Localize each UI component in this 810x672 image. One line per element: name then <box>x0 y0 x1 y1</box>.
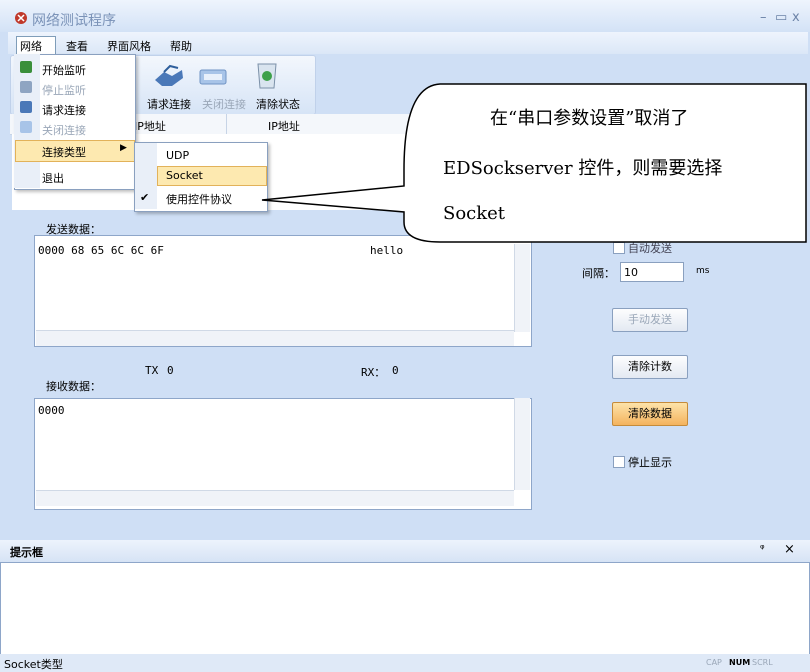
menu-udp[interactable]: UDP <box>166 149 189 162</box>
menu-connection-type[interactable]: 连接类型 <box>42 144 86 160</box>
status-num: NUM <box>729 658 751 667</box>
menu-help[interactable]: 帮助 <box>170 38 192 54</box>
receive-hex: 0000 <box>38 404 65 417</box>
close-connect-label[interactable]: 关闭连接 <box>202 96 246 112</box>
handshake-icon[interactable] <box>152 62 186 92</box>
menu-style[interactable]: 界面风格 <box>107 38 151 54</box>
menu-exit[interactable]: 退出 <box>42 170 64 186</box>
send-vscroll[interactable] <box>514 244 530 332</box>
tx-label: TX <box>145 364 159 377</box>
disconnect-icon[interactable] <box>196 64 230 92</box>
maximize-button[interactable]: ▭ <box>775 10 787 25</box>
status-cap: CAP <box>706 658 722 667</box>
menu-use-control-protocol[interactable]: 使用控件协议 <box>166 191 232 207</box>
callout-line-3: Socket <box>443 203 506 224</box>
menu-start-listen[interactable]: 开始监听 <box>42 62 86 78</box>
receive-data-label: 接收数据： <box>46 380 101 393</box>
status-bar <box>0 654 810 672</box>
hint-panel-header <box>0 540 810 562</box>
pin-icon[interactable]: ᵠ <box>760 542 765 555</box>
close-button[interactable]: x <box>792 10 800 25</box>
manual-send-button[interactable]: 手动发送 <box>612 308 688 332</box>
send-ascii: hello <box>370 244 404 257</box>
hint-close-icon[interactable]: × <box>784 542 795 557</box>
request-connect-label[interactable]: 请求连接 <box>147 96 191 112</box>
menu-socket[interactable]: Socket <box>166 169 203 182</box>
start-listen-icon <box>20 61 32 73</box>
column-ip-1: IP地址 <box>134 120 166 133</box>
callout-line-1: 在“串口参数设置”取消了 <box>490 108 689 129</box>
send-hex: 0000 68 65 6C 6C 6F <box>38 244 164 257</box>
interval-unit: ms <box>696 266 710 276</box>
menu-close-connect[interactable]: 关闭连接 <box>42 122 86 138</box>
auto-send-label: 自动发送 <box>628 242 672 255</box>
status-scrl: SCRL <box>752 658 773 667</box>
menu-view[interactable]: 查看 <box>66 38 88 54</box>
clear-data-button[interactable]: 清除数据 <box>612 402 688 426</box>
rx-label: RX： <box>361 366 386 379</box>
menu-request-connect[interactable]: 请求连接 <box>42 102 86 118</box>
request-connect-icon <box>20 101 32 113</box>
submenu-arrow-icon: ▶ <box>120 143 127 153</box>
interval-label: 间隔： <box>582 267 615 280</box>
close-connect-icon <box>20 121 32 133</box>
app-icon <box>15 12 27 24</box>
callout-line-2: EDSockserver 控件，则需要选择 <box>443 158 723 179</box>
column-divider <box>226 114 227 134</box>
stop-display-checkbox[interactable] <box>613 456 625 468</box>
status-text: Socket类型 <box>4 658 63 671</box>
stop-listen-icon <box>20 81 32 93</box>
title-bar <box>0 0 810 32</box>
minimize-button[interactable]: – <box>760 10 767 25</box>
menu-network[interactable]: 网络 <box>20 38 42 54</box>
menu-stop-listen[interactable]: 停止监听 <box>42 82 86 98</box>
checkmark-icon: ✔ <box>140 191 150 204</box>
recycle-bin-icon[interactable] <box>252 58 282 92</box>
auto-send-checkbox[interactable] <box>613 242 625 254</box>
receive-vscroll[interactable] <box>514 398 530 490</box>
clear-status-label[interactable]: 清除状态 <box>256 96 300 112</box>
window-title: 网络测试程序 <box>32 13 116 29</box>
receive-hscroll[interactable] <box>36 490 514 506</box>
tx-value: 0 <box>167 364 174 377</box>
clear-count-button[interactable]: 清除计数 <box>612 355 688 379</box>
rx-value: 0 <box>392 364 399 377</box>
send-hscroll[interactable] <box>36 330 514 346</box>
column-ip-2: IP地址 <box>268 120 300 133</box>
hint-area <box>0 562 810 656</box>
stop-display-label: 停止显示 <box>628 456 672 469</box>
app-window: 网络测试程序 – ▭ x 网络 查看 界面风格 帮助 请求连接 关闭连接 清除状… <box>0 0 810 672</box>
interval-value: 10 <box>624 266 638 279</box>
hint-title: 提示框 <box>10 546 43 559</box>
